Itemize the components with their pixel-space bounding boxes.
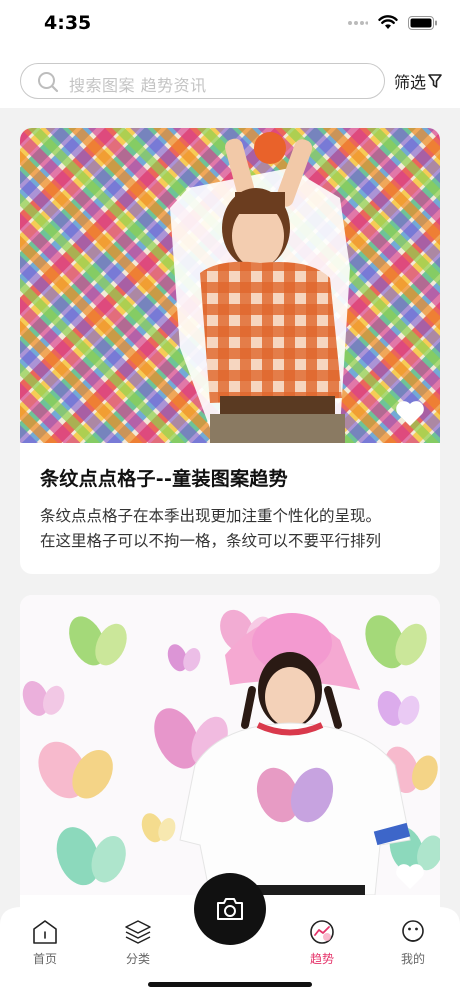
heart-icon[interactable] — [394, 398, 426, 428]
card-image — [20, 128, 440, 443]
layers-icon — [125, 920, 151, 944]
card-title: 条纹点点格子--童装图案趋势 — [40, 468, 288, 490]
search-input[interactable]: 搜索图案 趋势资讯 — [20, 63, 385, 99]
home-indicator — [148, 982, 312, 987]
status-icons — [348, 15, 438, 30]
tab-home[interactable]: 首页 — [15, 919, 75, 967]
trends-icon — [310, 920, 334, 944]
tab-label: 趋势 — [309, 952, 334, 966]
card-image — [20, 595, 440, 895]
trend-card[interactable]: 条纹点点格子--童装图案趋势 条纹点点格子在本季出现更加注重个性化的呈现。 在这… — [20, 128, 440, 574]
card-description-line: 条纹点点格子在本季出现更加注重个性化的呈现。 — [40, 507, 382, 525]
wifi-icon — [378, 15, 398, 29]
status-bar: 4:35 — [0, 0, 460, 50]
trend-feed[interactable]: 条纹点点格子--童装图案趋势 条纹点点格子在本季出现更加注重个性化的呈现。 在这… — [0, 108, 460, 996]
camera-button[interactable] — [194, 873, 266, 945]
search-header: 搜索图案 趋势资讯 筛选 — [0, 50, 460, 108]
profile-face-icon — [402, 920, 424, 942]
heart-icon[interactable] — [394, 861, 426, 891]
tab-label: 分类 — [125, 952, 150, 966]
tab-bar: 首页 分类 趋势 我的 — [0, 873, 460, 996]
card-description-line: 在这里格子可以不拘一格，条纹可以不要平行排列 — [40, 532, 382, 550]
tab-trends[interactable]: 趋势 — [292, 919, 352, 967]
search-icon — [38, 72, 59, 93]
search-placeholder: 搜索图案 趋势资讯 — [69, 76, 207, 95]
status-time: 4:35 — [44, 12, 92, 34]
tab-label: 首页 — [32, 952, 57, 966]
tab-me[interactable]: 我的 — [383, 919, 443, 967]
battery-icon — [408, 15, 437, 30]
filter-icon — [428, 74, 442, 88]
camera-icon — [217, 898, 243, 920]
filter-label: 筛选 — [394, 73, 427, 92]
card-description: 条纹点点格子在本季出现更加注重个性化的呈现。 在这里格子可以不拘一格，条纹可以不… — [40, 504, 422, 554]
tab-label: 我的 — [400, 952, 425, 966]
signal-icon — [348, 20, 368, 25]
home-icon — [33, 920, 57, 944]
tab-category[interactable]: 分类 — [108, 919, 168, 967]
filter-button[interactable]: 筛选 — [394, 69, 443, 93]
